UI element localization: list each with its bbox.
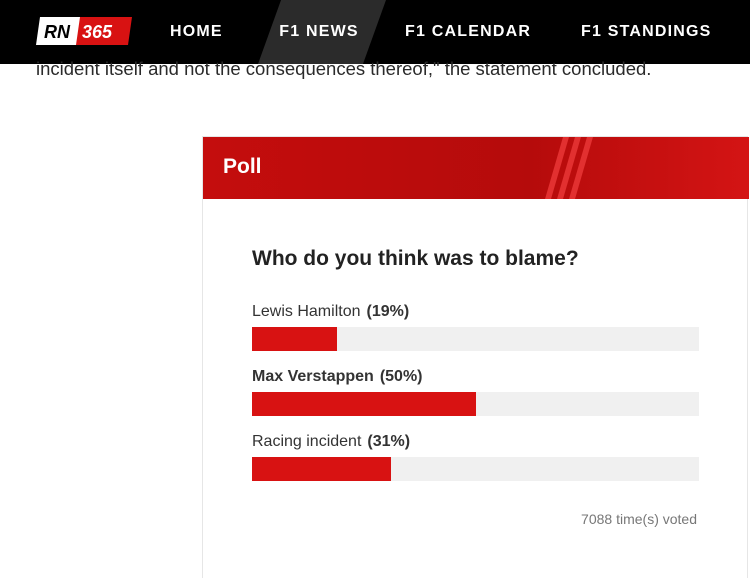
article-text: incident itself and not the consequences…	[36, 58, 652, 79]
poll-option-racing-incident[interactable]: Racing incident (31%)	[252, 433, 699, 481]
logo-rn-text: RN	[44, 22, 71, 42]
option-label: Max Verstappen (50%)	[252, 368, 699, 386]
nav-f1-standings[interactable]: F1 STANDINGS	[581, 0, 712, 64]
poll-title: Poll	[223, 155, 262, 178]
nav-home[interactable]: HOME	[170, 0, 223, 64]
poll-option-hamilton[interactable]: Lewis Hamilton (19%)	[252, 303, 699, 351]
vote-count: 7088 time(s) voted	[581, 511, 697, 527]
option-percent: (19%)	[366, 303, 410, 320]
logo-365-text: 365	[82, 22, 113, 42]
top-navigation: RN 365 HOME F1 NEWS F1 CALENDAR F1 STAND…	[0, 0, 750, 64]
result-bar-fill	[252, 457, 391, 481]
poll-header-band	[203, 137, 749, 199]
poll-question: Who do you think was to blame?	[252, 247, 579, 270]
poll-widget: Poll Who do you think was to blame? Lewi…	[202, 136, 749, 578]
header-stripes-decoration	[545, 137, 593, 199]
option-label: Racing incident (31%)	[252, 433, 699, 451]
option-percent: (31%)	[367, 433, 411, 450]
option-name: Racing incident	[252, 433, 362, 450]
option-name: Lewis Hamilton	[252, 303, 361, 320]
result-bar-track	[252, 327, 699, 351]
result-bar-track	[252, 392, 699, 416]
option-name: Max Verstappen	[252, 368, 374, 385]
poll-header: Poll	[203, 137, 749, 199]
result-bar-fill	[252, 327, 337, 351]
option-label: Lewis Hamilton (19%)	[252, 303, 699, 321]
rn365-logo[interactable]: RN 365	[36, 17, 134, 45]
nav-f1-news[interactable]: F1 NEWS	[252, 0, 386, 64]
result-bar-fill	[252, 392, 476, 416]
result-bar-track	[252, 457, 699, 481]
option-percent: (50%)	[379, 368, 423, 385]
poll-option-verstappen[interactable]: Max Verstappen (50%)	[252, 368, 699, 416]
nav-f1-calendar[interactable]: F1 CALENDAR	[405, 0, 531, 64]
